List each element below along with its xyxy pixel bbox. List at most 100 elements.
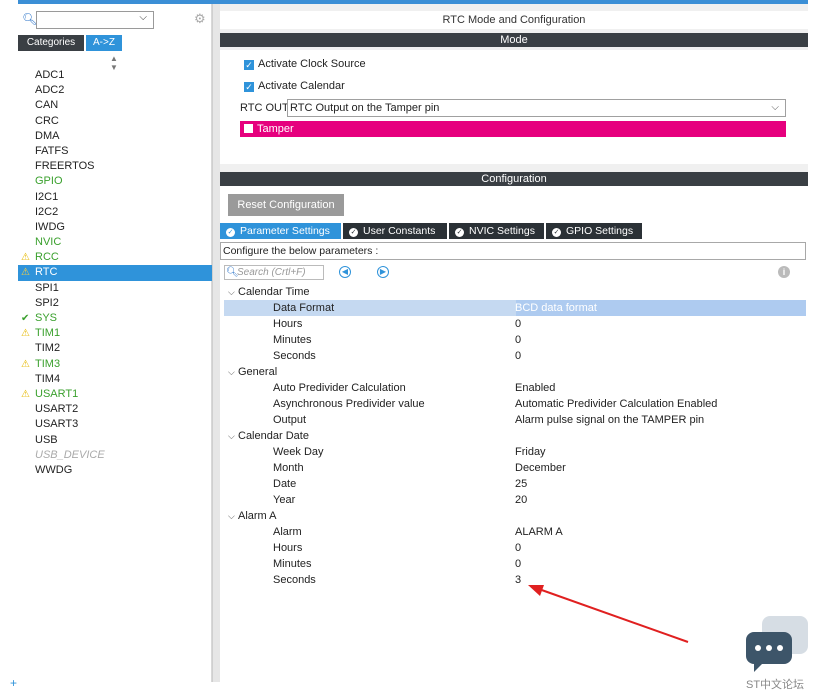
param-row[interactable]: Auto Predivider Calculation Enabled <box>220 380 808 396</box>
peripheral-item-tim1[interactable]: ⚠ TIM1 <box>18 326 212 341</box>
peripheral-label: USART3 <box>35 418 79 431</box>
param-row[interactable]: Output Alarm pulse signal on the TAMPER p… <box>220 412 808 428</box>
activate-calendar-checkbox[interactable]: ✓ Activate Calendar <box>244 79 345 93</box>
param-row[interactable]: Hours 0 <box>220 540 808 556</box>
param-value[interactable]: Alarm pulse signal on the TAMPER pin <box>515 412 704 428</box>
peripheral-item-usart1[interactable]: ⚠ USART1 <box>18 387 212 402</box>
param-value[interactable]: ALARM A <box>515 524 563 540</box>
peripheral-item-tim2[interactable]: TIM2 <box>18 341 212 356</box>
param-row[interactable]: Minutes 0 <box>220 332 808 348</box>
peripheral-label: I2C1 <box>35 190 59 203</box>
param-row[interactable]: Asynchronous Predivider value Automatic P… <box>220 396 808 412</box>
checkbox-checked-icon[interactable]: ✓ <box>244 60 254 70</box>
chevron-down-icon[interactable]: ⌵ <box>228 284 238 300</box>
param-row[interactable]: Minutes 0 <box>220 556 808 572</box>
checkbox-unchecked-icon[interactable] <box>244 124 253 133</box>
peripheral-item-nvic[interactable]: NVIC <box>18 235 212 250</box>
peripheral-item-rtc[interactable]: ⚠ RTC <box>18 265 212 281</box>
peripheral-item-usb[interactable]: USB <box>18 433 212 448</box>
tab-a-to-z[interactable]: A->Z <box>86 35 122 51</box>
chevron-down-icon[interactable]: ⌵ <box>228 508 238 524</box>
param-row[interactable]: Seconds 3 <box>220 572 808 588</box>
peripheral-item-iwdg[interactable]: IWDG <box>18 220 212 235</box>
param-value[interactable]: 20 <box>515 492 527 508</box>
param-value[interactable]: Enabled <box>515 380 555 396</box>
reset-configuration-button[interactable]: Reset Configuration <box>228 194 344 216</box>
tamper-label: Tamper <box>257 123 294 135</box>
activate-clock-source-checkbox[interactable]: ✓ Activate Clock Source <box>244 57 366 71</box>
tamper-checkbox[interactable]: Tamper <box>240 121 786 137</box>
info-icon[interactable]: i <box>778 266 790 278</box>
param-value[interactable]: Friday <box>515 444 546 460</box>
peripheral-item-rcc[interactable]: ⚠ RCC <box>18 250 212 265</box>
parameter-search-input[interactable]: 🔍︎ Search (Crtl+F) <box>224 265 324 280</box>
param-group-calendar-date[interactable]: ⌵ Calendar Date <box>220 428 808 444</box>
param-name: Alarm <box>273 526 302 538</box>
param-value[interactable]: 0 <box>515 540 521 556</box>
param-value[interactable]: Automatic Predivider Calculation Enabled <box>515 396 717 412</box>
peripheral-item-i2c2[interactable]: I2C2 <box>18 205 212 220</box>
chevron-down-icon[interactable]: ⌵ <box>228 364 238 380</box>
peripheral-item-spi1[interactable]: SPI1 <box>18 281 212 296</box>
param-value[interactable]: 0 <box>515 556 521 572</box>
peripheral-item-usb-device[interactable]: USB_DEVICE <box>18 448 212 463</box>
peripheral-item-i2c1[interactable]: I2C1 <box>18 190 212 205</box>
param-group-general[interactable]: ⌵ General <box>220 364 808 380</box>
peripheral-item-usart2[interactable]: USART2 <box>18 402 212 417</box>
param-value[interactable]: 0 <box>515 332 521 348</box>
peripheral-item-adc2[interactable]: ADC2 <box>18 83 212 98</box>
chevron-down-icon[interactable]: ⌵ <box>139 12 147 23</box>
param-value[interactable]: 0 <box>515 316 521 332</box>
peripheral-label: FATFS <box>35 144 69 157</box>
param-value[interactable]: 0 <box>515 348 521 364</box>
param-name: Minutes <box>273 334 312 346</box>
param-row[interactable]: Year 20 <box>220 492 808 508</box>
param-row[interactable]: Month December <box>220 460 808 476</box>
peripheral-item-spi2[interactable]: SPI2 <box>18 296 212 311</box>
param-value[interactable]: BCD data format <box>515 300 597 316</box>
param-value[interactable]: 3 <box>515 572 521 588</box>
panel-splitter[interactable] <box>212 4 220 682</box>
peripheral-item-can[interactable]: CAN <box>18 98 212 113</box>
peripheral-item-gpio[interactable]: GPIO <box>18 174 212 189</box>
tab-nvic-settings[interactable]: ✓ NVIC Settings <box>449 223 544 239</box>
tab-gpio-settings[interactable]: ✓ GPIO Settings <box>546 223 642 239</box>
param-row[interactable]: Hours 0 <box>220 316 808 332</box>
tab-categories[interactable]: Categories <box>18 35 84 51</box>
param-row[interactable]: Data Format BCD data format <box>224 300 806 316</box>
param-row[interactable]: Date 25 <box>220 476 808 492</box>
peripheral-item-adc1[interactable]: ADC1 <box>18 68 212 83</box>
param-group-alarm-a[interactable]: ⌵ Alarm A <box>220 508 808 524</box>
chevron-down-icon[interactable]: ⌵ <box>771 100 779 116</box>
param-value[interactable]: December <box>515 460 566 476</box>
tab-user-constants[interactable]: ✓ User Constants <box>343 223 447 239</box>
tab-parameter-settings[interactable]: ✓ Parameter Settings <box>220 223 341 239</box>
param-value[interactable]: 25 <box>515 476 527 492</box>
peripheral-item-usart3[interactable]: USART3 <box>18 417 212 432</box>
peripheral-label: USB <box>35 433 58 446</box>
mode-header: Mode <box>220 33 808 47</box>
peripheral-item-dma[interactable]: DMA <box>18 129 212 144</box>
peripheral-item-fatfs[interactable]: FATFS <box>18 144 212 159</box>
next-match-icon[interactable]: ▶ <box>377 266 389 278</box>
param-row[interactable]: Seconds 0 <box>220 348 808 364</box>
peripheral-search-input[interactable]: ⌵ <box>36 11 154 29</box>
peripheral-label: TIM4 <box>35 372 61 385</box>
peripheral-label: USART1 <box>35 387 79 400</box>
peripheral-item-tim4[interactable]: TIM4 <box>18 372 212 387</box>
chevron-down-icon[interactable]: ⌵ <box>228 428 238 444</box>
peripheral-item-sys[interactable]: ✔ SYS <box>18 311 212 326</box>
gear-icon[interactable]: ⚙ <box>194 11 206 27</box>
peripheral-item-tim3[interactable]: ⚠ TIM3 <box>18 357 212 372</box>
param-group-calendar-time[interactable]: ⌵ Calendar Time <box>220 284 808 300</box>
peripheral-item-freertos[interactable]: FREERTOS <box>18 159 212 174</box>
param-row[interactable]: Alarm ALARM A <box>220 524 808 540</box>
param-row[interactable]: Week Day Friday <box>220 444 808 460</box>
rtc-out-select[interactable]: RTC Output on the Tamper pin ⌵ <box>287 99 786 117</box>
peripheral-item-crc[interactable]: CRC <box>18 114 212 129</box>
warning-icon: ⚠ <box>21 267 30 279</box>
plus-icon[interactable]: + <box>10 676 17 690</box>
checkbox-checked-icon[interactable]: ✓ <box>244 82 254 92</box>
peripheral-item-wwdg[interactable]: WWDG <box>18 463 212 478</box>
previous-match-icon[interactable]: ◀ <box>339 266 351 278</box>
